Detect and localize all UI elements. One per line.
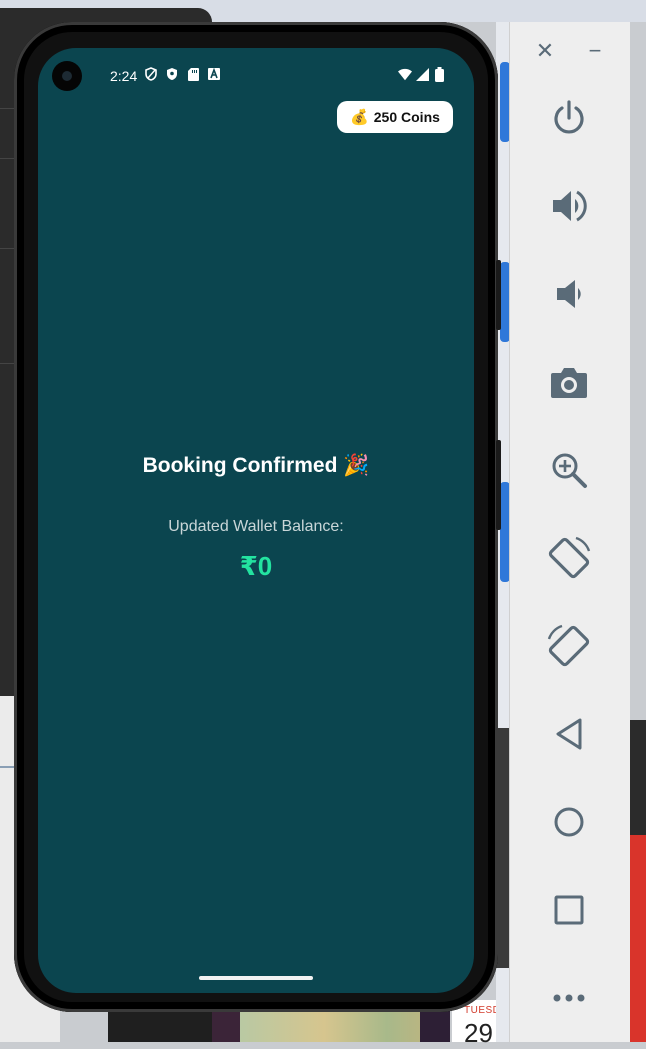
signal-icon xyxy=(415,66,429,82)
volume-down-icon[interactable] xyxy=(544,269,594,319)
zoom-icon[interactable] xyxy=(544,445,594,495)
heading-text: Booking Confirmed xyxy=(142,454,338,477)
back-icon[interactable] xyxy=(544,709,594,759)
calendar-day-number: 29 xyxy=(464,1018,493,1048)
wallet-balance-label: Updated Wallet Balance: xyxy=(168,518,344,535)
money-bag-icon: 💰 xyxy=(350,109,369,126)
phone-side-button xyxy=(496,260,501,330)
sd-card-icon xyxy=(186,66,200,82)
wifi-icon xyxy=(398,66,412,82)
background-window-edge xyxy=(496,728,510,968)
rotate-left-icon[interactable] xyxy=(544,533,594,583)
wallet-balance-value: ₹0 xyxy=(239,551,273,581)
coins-label: 250 Coins xyxy=(373,109,440,125)
background-window-edge xyxy=(628,835,646,1042)
shield-outline-icon xyxy=(144,66,158,82)
coins-balance-badge[interactable]: 💰 250 Coins xyxy=(337,101,453,133)
home-icon[interactable] xyxy=(544,797,594,847)
battery-icon xyxy=(432,66,446,82)
minimize-icon[interactable]: − xyxy=(580,36,610,66)
booking-confirmed-heading: Booking Confirmed 🎉 xyxy=(38,454,474,478)
overview-icon[interactable] xyxy=(544,885,594,935)
status-system-icons xyxy=(398,66,446,82)
background-window-edge xyxy=(628,720,646,835)
emulator-toolbar: ✕ − xyxy=(509,22,630,1042)
rotate-right-icon[interactable] xyxy=(544,621,594,671)
volume-up-icon[interactable] xyxy=(544,181,594,231)
phone-side-button xyxy=(496,440,501,530)
app-screen: 2:24 💰 250 Coins Booking Confirmed 🎉 Upd… xyxy=(38,48,474,993)
shield-icon xyxy=(165,66,179,82)
front-camera xyxy=(52,61,82,91)
power-icon[interactable] xyxy=(544,93,594,143)
calendar-day-label: TUESD xyxy=(464,1005,501,1016)
toolbar-window-controls: ✕ − xyxy=(510,36,630,66)
status-time: 2:24 xyxy=(110,68,138,84)
party-popper-icon: 🎉 xyxy=(343,454,370,477)
status-notification-icons xyxy=(144,66,221,82)
close-icon[interactable]: ✕ xyxy=(530,36,560,66)
camera-icon[interactable] xyxy=(544,357,594,407)
gesture-home-indicator[interactable] xyxy=(199,976,313,980)
a-badge-icon xyxy=(207,66,221,82)
more-icon[interactable] xyxy=(544,973,594,1023)
